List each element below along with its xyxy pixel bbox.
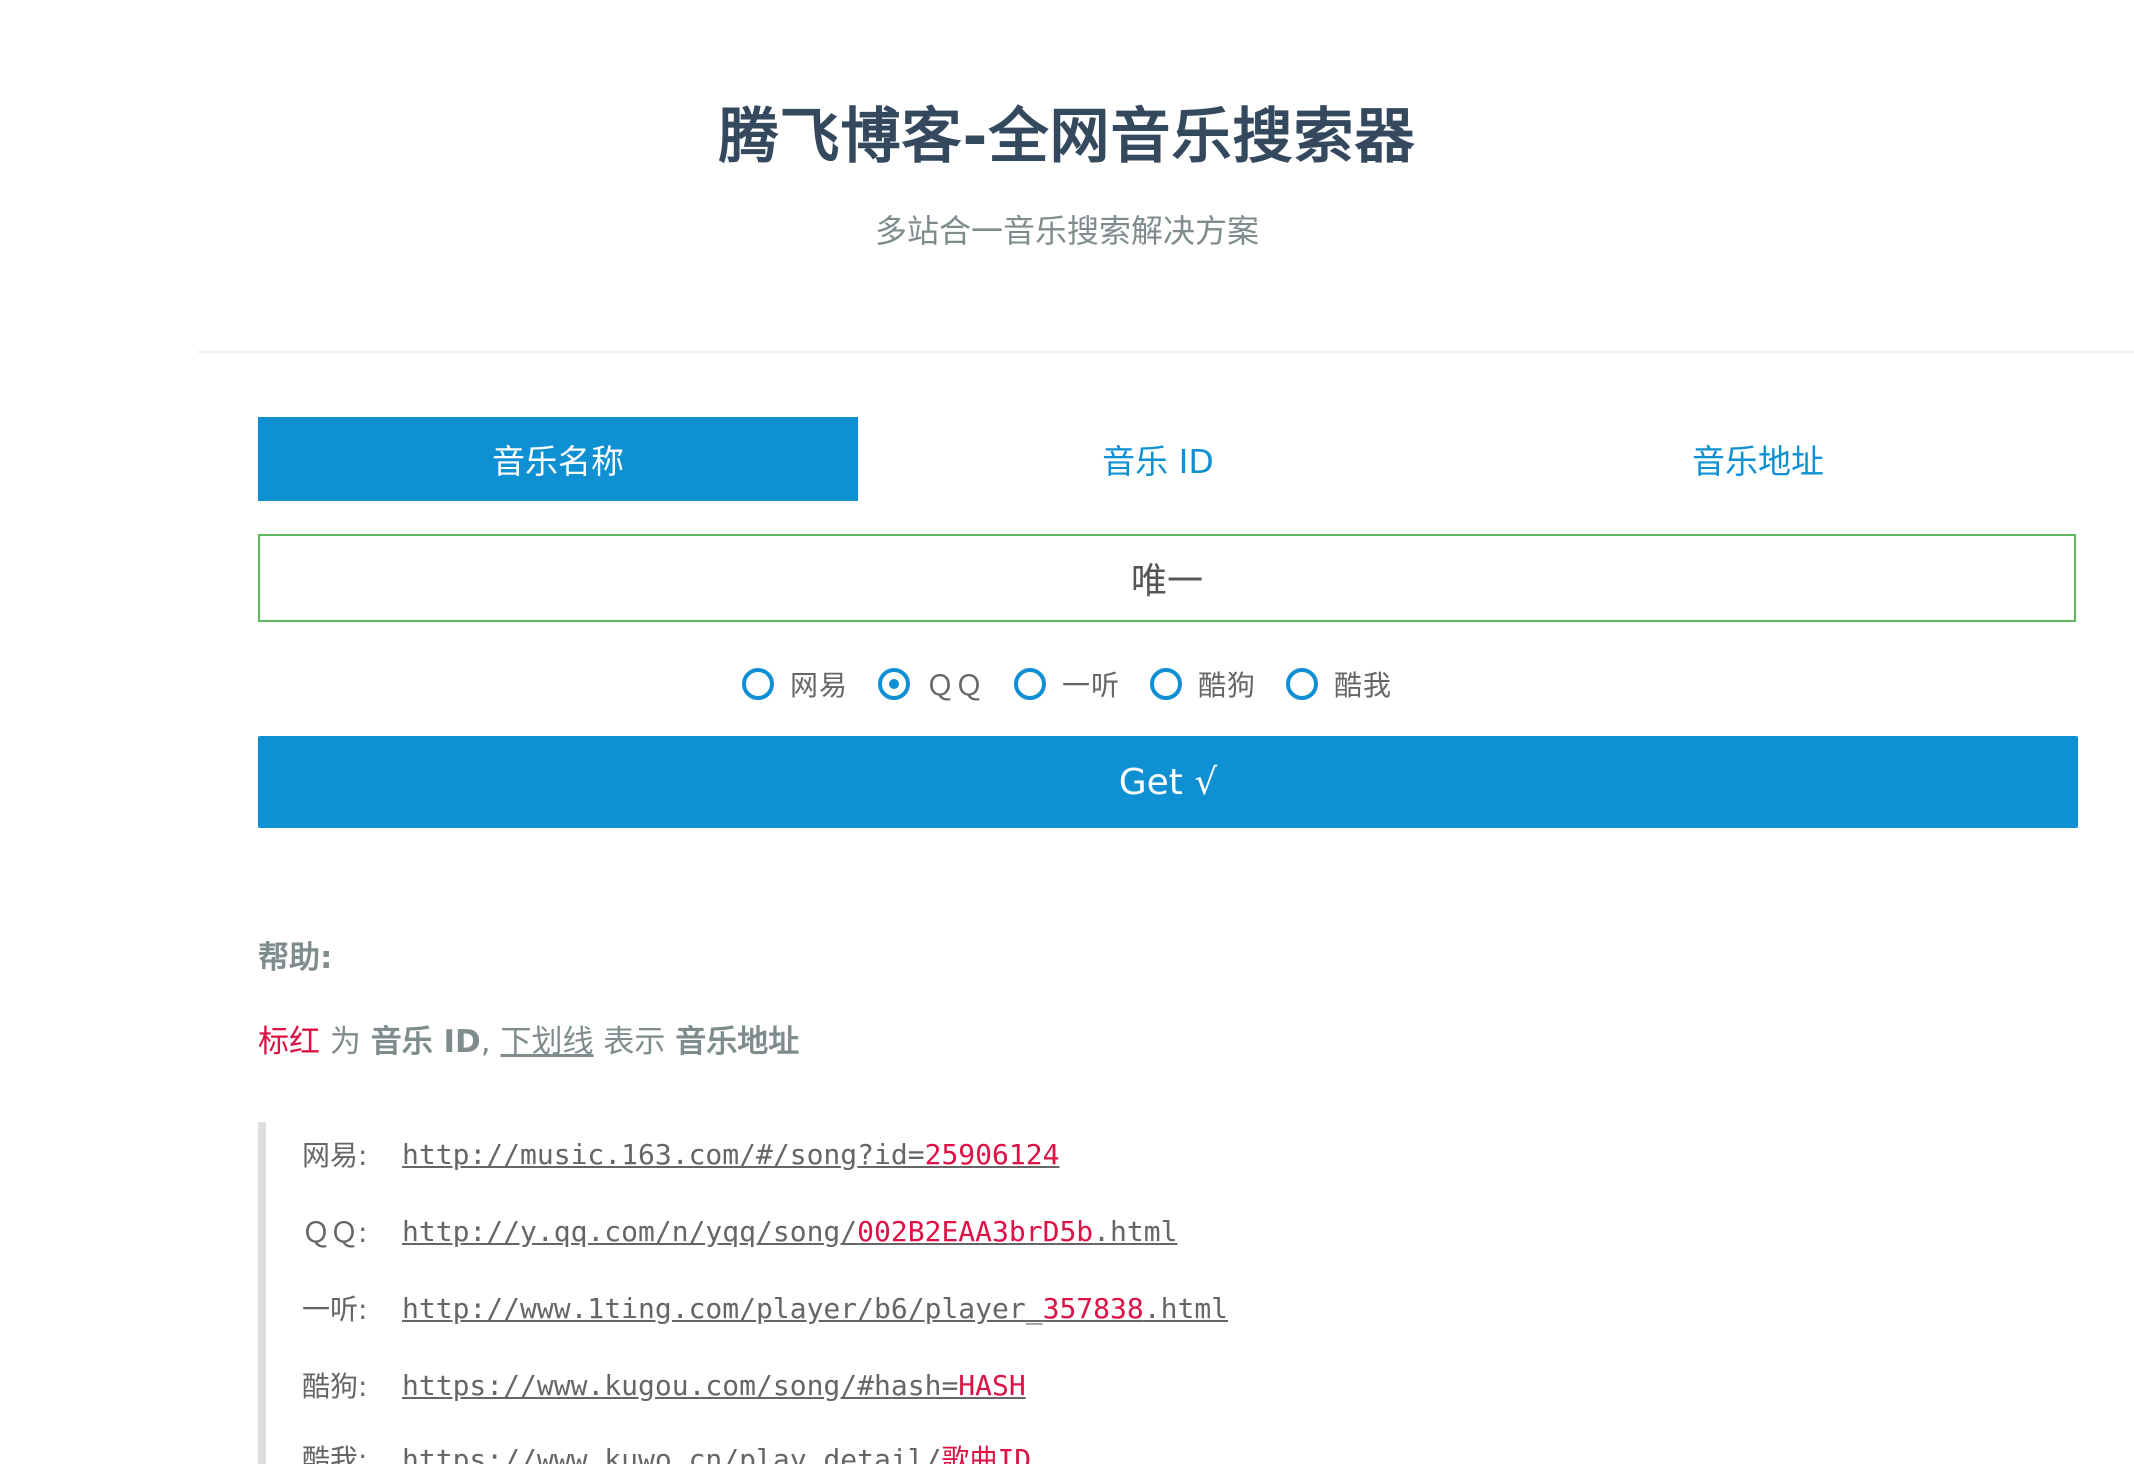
- tab-music-name[interactable]: 音乐名称: [258, 417, 858, 501]
- url-prefix: http://www.1ting.com/player/b6/player_: [402, 1291, 1043, 1325]
- legend-red-word: 标红: [258, 1024, 320, 1060]
- url-id: 357838: [1042, 1291, 1144, 1325]
- page-subtitle: 多站合一音乐搜索解决方案: [874, 212, 1259, 250]
- url-prefix: http://y.qq.com/n/yqq/song/: [402, 1214, 858, 1248]
- search-input[interactable]: [258, 534, 2076, 622]
- example-row-qq: ＱＱ: http://y.qq.com/n/yqq/song/002B2EAA3…: [302, 1211, 1177, 1251]
- get-button[interactable]: Get √: [258, 736, 2078, 828]
- tab-music-url[interactable]: 音乐地址: [1458, 417, 2058, 501]
- example-url-link[interactable]: https://www.kugou.com/song/#hash=HASH: [402, 1369, 1026, 1402]
- example-label: 一听:: [302, 1293, 368, 1326]
- example-row-1ting: 一听: http://www.1ting.com/player/b6/playe…: [302, 1288, 1228, 1328]
- radio-label-qq: ＱＱ: [925, 669, 984, 702]
- page-title: 腾飞博客-全网音乐搜索器: [718, 102, 1416, 172]
- examples-blockquote: 网易: http://music.163.com/#/song?id=25906…: [258, 1122, 1666, 1464]
- radio-label-1ting: 一听: [1061, 669, 1120, 702]
- url-id: HASH: [958, 1368, 1026, 1402]
- url-suffix: .html: [1143, 1291, 1229, 1325]
- example-row-kugou: 酷狗: https://www.kugou.com/song/#hash=HAS…: [302, 1365, 1026, 1405]
- radio-netease[interactable]: 网易: [741, 664, 848, 704]
- radio-unchecked-icon[interactable]: [1013, 668, 1046, 700]
- example-url-link[interactable]: http://www.1ting.com/player/b6/player_35…: [402, 1292, 1228, 1325]
- example-label: ＱＱ:: [302, 1216, 368, 1249]
- example-row-netease: 网易: http://music.163.com/#/song?id=25906…: [302, 1134, 1059, 1174]
- example-label: 酷狗:: [302, 1370, 368, 1403]
- radio-unchecked-icon[interactable]: [741, 668, 774, 700]
- legend-music-id: 音乐 ID: [370, 1024, 481, 1060]
- legend-comma: ,: [480, 1024, 491, 1060]
- radio-kugou[interactable]: 酷狗: [1150, 664, 1256, 704]
- url-id: 歌曲ID: [941, 1443, 1032, 1464]
- legend-underline-word: 下划线: [500, 1024, 594, 1060]
- example-label: 网易:: [302, 1139, 368, 1172]
- radio-label-kuwo: 酷我: [1334, 669, 1393, 702]
- url-suffix: .html: [1093, 1214, 1178, 1248]
- example-url-link[interactable]: http://music.163.com/#/song?id=25906124: [402, 1138, 1059, 1171]
- tab-music-id[interactable]: 音乐 ID: [858, 417, 1458, 501]
- search-mode-tabs: 音乐名称 音乐 ID 音乐地址: [258, 417, 2078, 501]
- url-prefix: http://music.163.com/#/song?id=: [402, 1137, 925, 1171]
- example-url-link[interactable]: https://www.kuwo.cn/play_detail/歌曲ID: [402, 1438, 1031, 1464]
- radio-unchecked-icon[interactable]: [1150, 668, 1182, 700]
- example-url-link[interactable]: http://y.qq.com/n/yqq/song/002B2EAA3brD5…: [402, 1215, 1177, 1248]
- radio-checked-icon[interactable]: [877, 668, 910, 700]
- page: 腾飞博客-全网音乐搜索器 多站合一音乐搜索解决方案 音乐名称 音乐 ID 音乐地…: [0, 0, 2134, 1464]
- radio-kuwo[interactable]: 酷我: [1286, 664, 1392, 704]
- legend-text-wei: 为: [329, 1024, 361, 1060]
- example-label: 酷我:: [302, 1443, 368, 1464]
- legend-text-biaoshi: 表示: [603, 1024, 666, 1060]
- url-id: 002B2EAA3brD5b: [857, 1214, 1094, 1248]
- header: 腾飞博客-全网音乐搜索器 多站合一音乐搜索解决方案: [0, 0, 2134, 350]
- help-title: 帮助:: [258, 940, 333, 976]
- help-legend: 标红 为 音乐 ID, 下划线 表示 音乐地址: [258, 1016, 799, 1061]
- legend-music-url: 音乐地址: [675, 1024, 800, 1060]
- radio-label-netease: 网易: [789, 669, 848, 702]
- url-prefix: https://www.kuwo.cn/play_detail/: [402, 1443, 942, 1464]
- radio-label-kugou: 酷狗: [1198, 669, 1257, 702]
- radio-unchecked-icon[interactable]: [1286, 668, 1319, 700]
- url-prefix: https://www.kugou.com/song/#hash=: [402, 1368, 959, 1402]
- header-divider: [198, 351, 2134, 353]
- url-id: 25906124: [924, 1137, 1060, 1171]
- source-radio-group: 网易 ＱＱ 一听 酷狗 酷我: [0, 662, 2134, 706]
- radio-1ting[interactable]: 一听: [1013, 664, 1120, 704]
- radio-qq[interactable]: ＱＱ: [877, 664, 984, 704]
- example-row-kuwo: 酷我: https://www.kuwo.cn/play_detail/歌曲ID: [302, 1438, 1031, 1464]
